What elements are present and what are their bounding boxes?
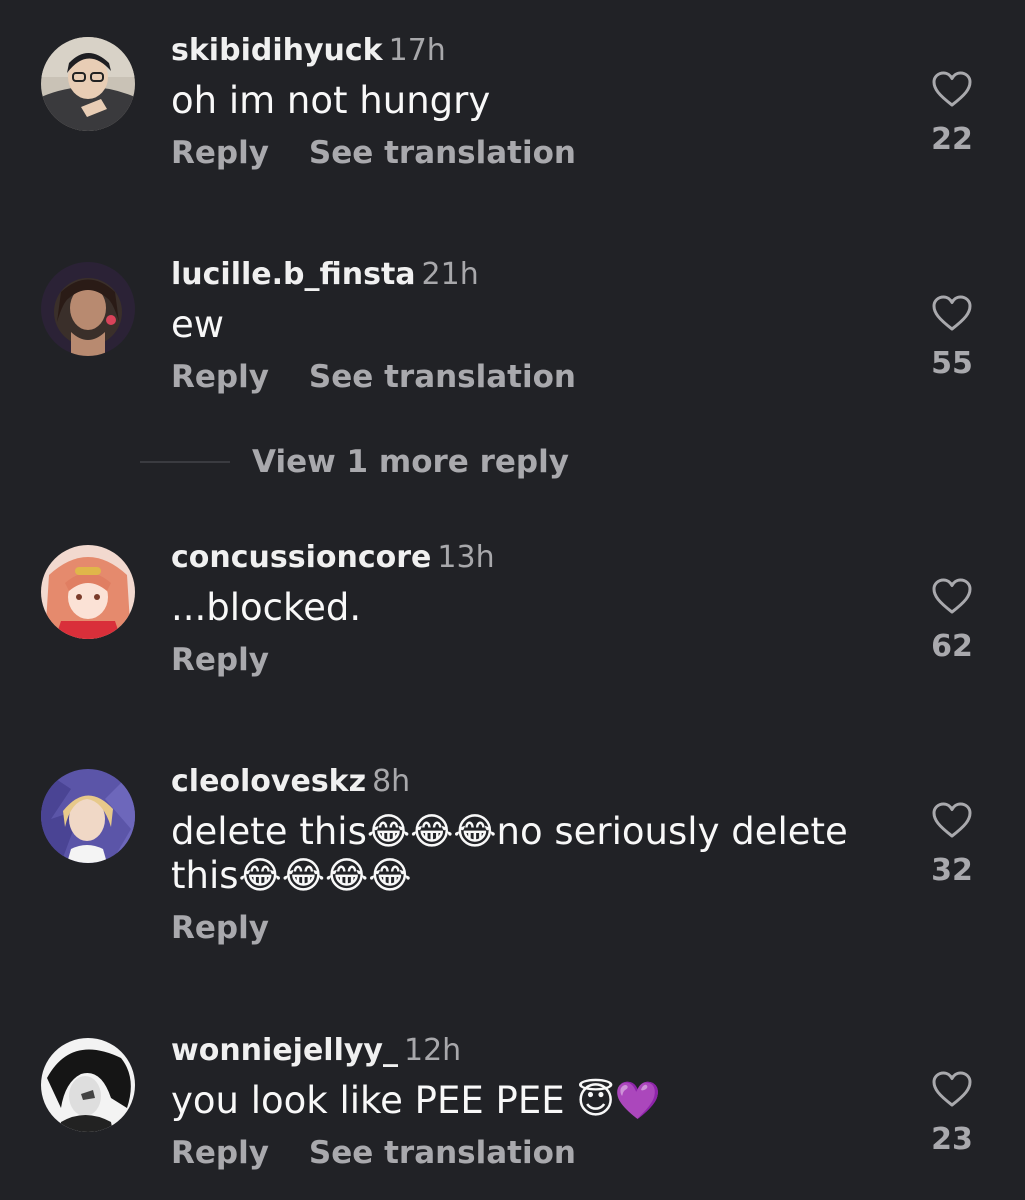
reply-button[interactable]: Reply — [171, 135, 269, 171]
comment-text: oh im not hungry — [171, 79, 491, 122]
like-control: 23 — [922, 1070, 982, 1158]
avatar[interactable] — [41, 545, 135, 639]
comment-text: you look like PEE PEE 😇💜 — [171, 1079, 661, 1122]
reply-button[interactable]: Reply — [171, 910, 269, 946]
reply-button[interactable]: Reply — [171, 359, 269, 395]
see-translation-button[interactable]: See translation — [309, 1135, 576, 1171]
heart-outline-icon[interactable] — [931, 801, 973, 839]
username[interactable]: skibidihyuck — [171, 33, 383, 68]
comment-text-line: this😂😂😂😂 — [171, 854, 412, 897]
like-count: 55 — [931, 346, 973, 381]
timestamp: 8h — [372, 764, 411, 799]
like-count: 62 — [931, 629, 973, 664]
username[interactable]: concussioncore — [171, 540, 431, 575]
comment-text-line: delete this😂😂😂no seriously delete — [171, 810, 848, 853]
avatar[interactable] — [41, 1038, 135, 1132]
avatar[interactable] — [41, 262, 135, 356]
like-control: 32 — [922, 801, 982, 889]
like-count: 22 — [931, 122, 973, 157]
see-translation-button[interactable]: See translation — [309, 359, 576, 395]
heart-outline-icon[interactable] — [931, 1070, 973, 1108]
username[interactable]: wonniejellyy_ — [171, 1033, 398, 1068]
reply-button[interactable]: Reply — [171, 1135, 269, 1171]
timestamp: 12h — [403, 1033, 462, 1068]
timestamp: 21h — [421, 257, 479, 292]
view-more-replies[interactable]: View 1 more reply — [140, 444, 569, 488]
comment-text: delete this😂😂😂no seriously delete this😂😂… — [171, 810, 891, 898]
username[interactable]: lucille.b_finsta — [171, 257, 416, 292]
like-count: 23 — [931, 1122, 973, 1157]
like-control: 62 — [922, 577, 982, 665]
view-more-replies-label[interactable]: View 1 more reply — [252, 444, 569, 480]
see-translation-button[interactable]: See translation — [309, 135, 576, 171]
username[interactable]: cleoloveskz — [171, 764, 366, 799]
comment-text: ...blocked. — [171, 586, 362, 629]
avatar[interactable] — [41, 769, 135, 863]
avatar[interactable] — [41, 37, 135, 131]
heart-outline-icon[interactable] — [931, 70, 973, 108]
comment-text: ew — [171, 303, 225, 346]
like-count: 32 — [931, 853, 973, 888]
timestamp: 13h — [437, 540, 495, 575]
heart-outline-icon[interactable] — [931, 294, 973, 332]
reply-button[interactable]: Reply — [171, 642, 269, 678]
like-control: 22 — [922, 70, 982, 158]
timestamp: 17h — [388, 33, 446, 68]
like-control: 55 — [922, 294, 982, 382]
heart-outline-icon[interactable] — [931, 577, 973, 615]
reply-thread-divider — [140, 461, 230, 463]
